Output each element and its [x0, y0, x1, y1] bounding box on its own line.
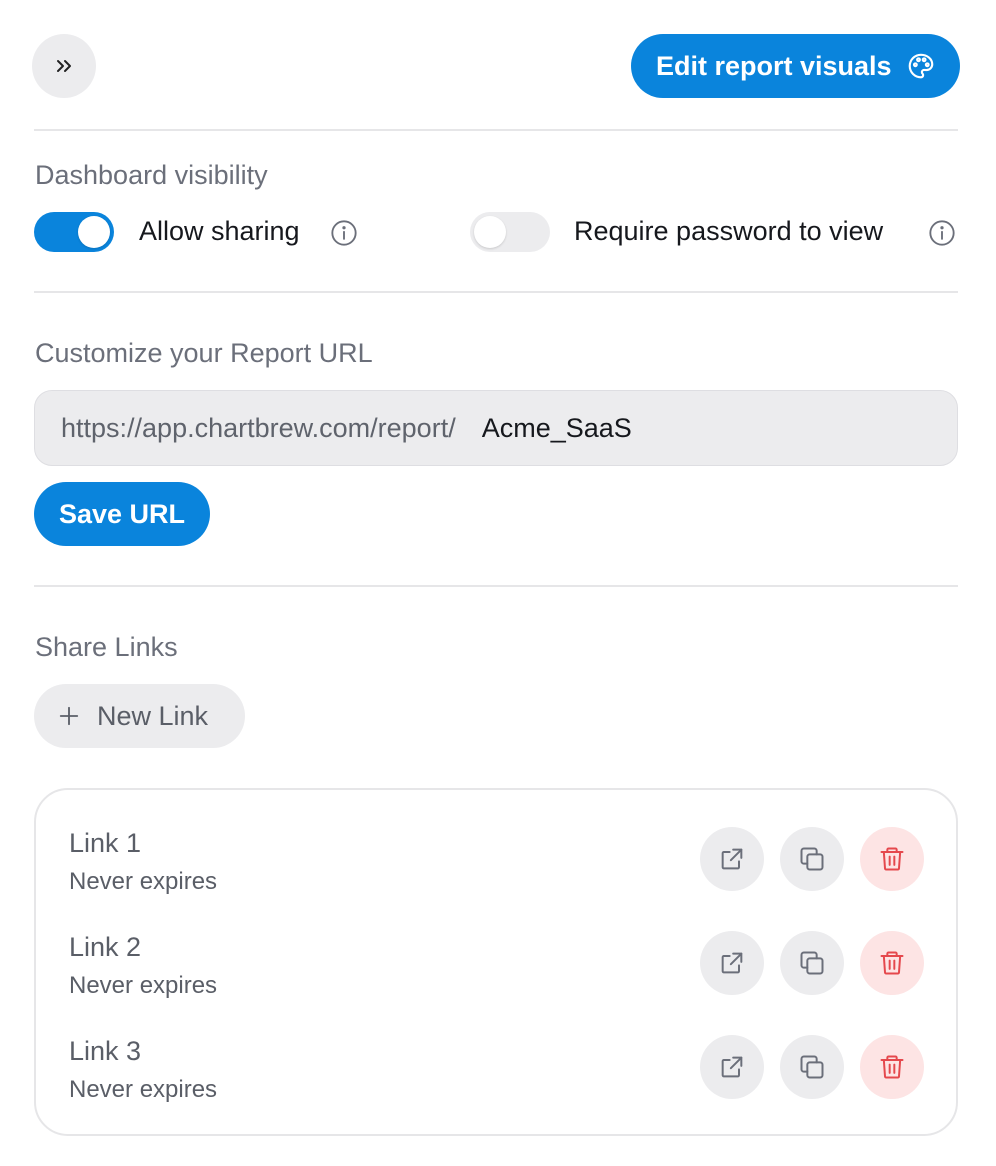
copy-icon	[800, 847, 824, 871]
link-expiry: Never expires	[69, 1076, 218, 1103]
url-prefix: https://app.chartbrew.com/report/	[61, 412, 456, 443]
divider	[34, 585, 958, 587]
link-name: Link 3	[69, 1036, 142, 1066]
external-link-icon	[721, 848, 743, 870]
info-icon[interactable]	[928, 219, 956, 247]
delete-link-button[interactable]	[860, 931, 924, 995]
list-item: Link 3 Never expires	[36, 1035, 956, 1126]
toggle-knob	[474, 216, 506, 248]
trash-icon	[880, 1055, 904, 1079]
allow-sharing-toggle[interactable]	[34, 212, 114, 252]
open-link-button[interactable]	[700, 931, 764, 995]
edit-report-visuals-label: Edit report visuals	[656, 50, 892, 81]
copy-link-button[interactable]	[780, 931, 844, 995]
open-link-button[interactable]	[700, 827, 764, 891]
dashboard-visibility-label: Dashboard visibility	[35, 160, 268, 190]
divider	[34, 129, 958, 131]
trash-icon	[880, 951, 904, 975]
customize-url-label: Customize your Report URL	[35, 338, 373, 368]
copy-icon	[800, 951, 824, 975]
list-item: Link 1 Never expires	[36, 827, 956, 918]
allow-sharing-label: Allow sharing	[139, 216, 300, 246]
external-link-icon	[721, 1056, 743, 1078]
trash-icon	[880, 847, 904, 871]
share-links-label: Share Links	[35, 632, 178, 662]
report-url-field[interactable]: https://app.chartbrew.com/report/	[34, 390, 958, 466]
toggle-knob	[78, 216, 110, 248]
new-link-label: New Link	[97, 700, 209, 731]
expand-sidebar-button[interactable]	[32, 34, 96, 98]
copy-link-button[interactable]	[780, 1035, 844, 1099]
require-password-toggle[interactable]	[470, 212, 550, 252]
chevrons-right-icon	[57, 60, 71, 72]
link-name: Link 1	[69, 828, 142, 858]
link-expiry: Never expires	[69, 972, 218, 999]
delete-link-button[interactable]	[860, 1035, 924, 1099]
link-expiry: Never expires	[69, 868, 218, 895]
plus-icon	[59, 706, 79, 726]
link-name: Link 2	[69, 932, 142, 962]
share-links-card: Link 1 Never expires Link 2 Never expire…	[34, 788, 958, 1136]
copy-link-button[interactable]	[780, 827, 844, 891]
save-url-button[interactable]: Save URL	[34, 482, 210, 546]
palette-icon	[908, 53, 933, 79]
edit-report-visuals-button[interactable]: Edit report visuals	[631, 34, 960, 98]
copy-icon	[800, 1055, 824, 1079]
delete-link-button[interactable]	[860, 827, 924, 891]
external-link-icon	[721, 952, 743, 974]
info-icon[interactable]	[330, 219, 358, 247]
save-url-label: Save URL	[58, 498, 186, 529]
url-slug-input[interactable]	[481, 412, 842, 444]
require-password-label: Require password to view	[574, 216, 884, 246]
new-link-button[interactable]: New Link	[34, 684, 245, 748]
list-item: Link 2 Never expires	[36, 931, 956, 1022]
open-link-button[interactable]	[700, 1035, 764, 1099]
divider	[34, 291, 958, 293]
